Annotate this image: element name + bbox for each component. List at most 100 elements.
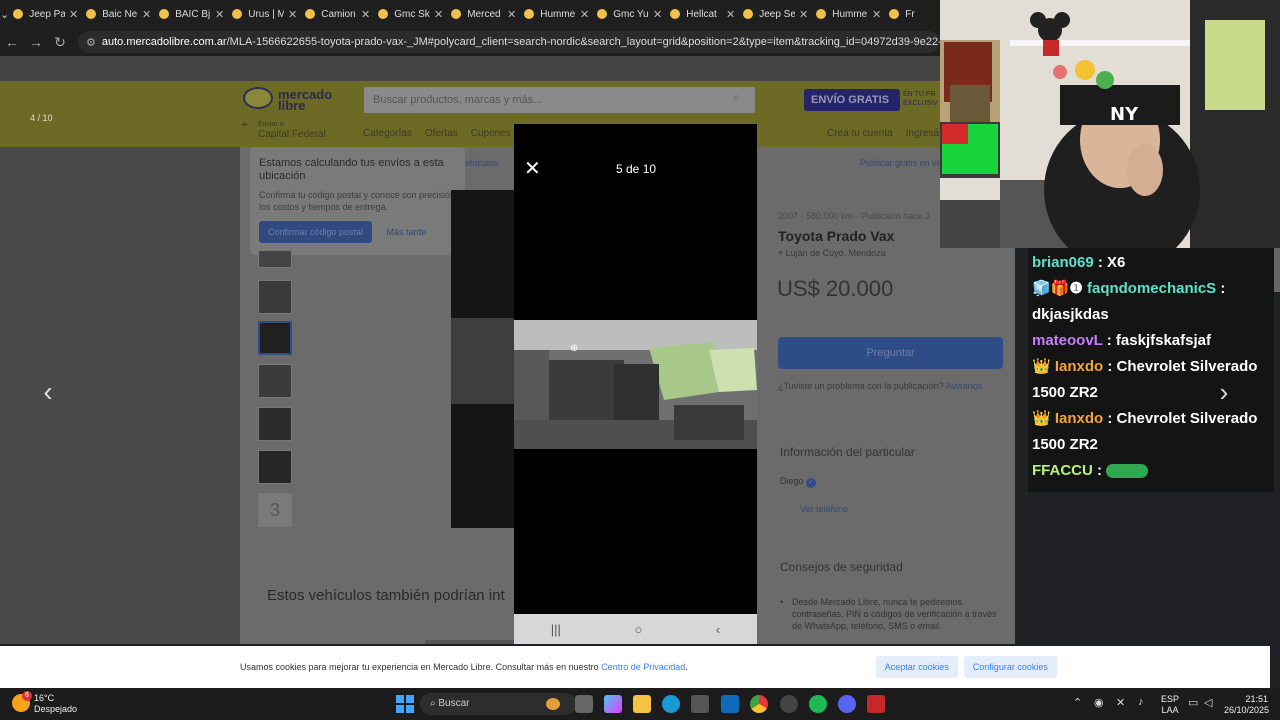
next-photo-icon[interactable]: › xyxy=(1206,374,1242,410)
browser-tab[interactable]: Merced ✕ xyxy=(447,0,520,28)
back-nav-icon[interactable]: ‹ xyxy=(716,622,720,637)
discord-icon[interactable] xyxy=(838,695,856,713)
browser-tab[interactable]: Hellcat ✕ xyxy=(666,0,739,28)
main-photo-visible xyxy=(451,318,514,404)
tab-close-icon[interactable]: ✕ xyxy=(69,8,78,21)
home-icon[interactable]: ○ xyxy=(634,622,642,637)
problem-link[interactable]: Avisanos xyxy=(946,381,982,391)
tab-close-icon[interactable]: ✕ xyxy=(507,8,516,21)
tray-network-off-icon[interactable]: ✕ xyxy=(1116,696,1125,709)
envio-gratis-banner[interactable]: ENVÍO GRATIS xyxy=(804,89,900,111)
nav-link-account[interactable]: Creá tu cuenta xyxy=(827,128,893,139)
task-view-icon[interactable] xyxy=(575,695,593,713)
spotify-icon[interactable] xyxy=(809,695,827,713)
app-icon[interactable] xyxy=(867,695,885,713)
browser-tab[interactable]: Jeep Se ✕ xyxy=(739,0,812,28)
thumbnail[interactable] xyxy=(258,450,292,484)
ml-logo-text[interactable]: mercado libre xyxy=(278,88,332,112)
chat-username[interactable]: Ianxdo xyxy=(1055,358,1103,375)
browser-tab-bar: ⌄ Jeep Pa ✕ Baic Ne ✕ BAIC Bj ✕ Urus | M ✕ Camio… xyxy=(0,0,940,28)
thumbnail-more[interactable]: 3 xyxy=(258,493,292,527)
thumbnail[interactable] xyxy=(258,280,292,314)
thumbnail[interactable] xyxy=(258,364,292,398)
windows-start-icon[interactable] xyxy=(396,695,414,713)
tab-close-icon[interactable]: ✕ xyxy=(288,8,297,21)
forward-icon[interactable]: → xyxy=(24,34,48,50)
tab-close-icon[interactable]: ✕ xyxy=(872,8,881,21)
close-icon[interactable]: ✕ xyxy=(524,156,541,181)
browser-tab[interactable]: BAIC Bj ✕ xyxy=(155,0,228,28)
weather-widget[interactable]: 16°C Despejado xyxy=(34,693,77,715)
thumbnail-selected[interactable] xyxy=(258,321,292,355)
browser-tab[interactable]: Jeep Pa ✕ xyxy=(9,0,82,28)
thumbnail[interactable] xyxy=(258,250,292,268)
nav-link-account[interactable]: Ingresá xyxy=(906,128,939,139)
volume-icon[interactable]: ◁ xyxy=(1204,696,1212,709)
browser-tab[interactable]: Baic Ne ✕ xyxy=(82,0,155,28)
browser-tab[interactable]: Humme ✕ xyxy=(812,0,885,28)
outlook-icon[interactable] xyxy=(721,695,739,713)
modal-photo[interactable] xyxy=(514,320,757,449)
ml-logo-icon[interactable] xyxy=(243,87,273,109)
recent-apps-icon[interactable]: ||| xyxy=(551,622,561,637)
tab-close-icon[interactable]: ✕ xyxy=(726,8,735,21)
tab-close-icon[interactable]: ✕ xyxy=(653,8,662,21)
chat-username[interactable]: mateoovL xyxy=(1032,332,1103,349)
obs-icon[interactable] xyxy=(780,695,798,713)
configure-cookies-button[interactable]: Configurar cookies xyxy=(963,656,1057,678)
location-pin-icon[interactable]: ⌖ xyxy=(241,117,248,132)
ml-search-input[interactable]: Buscar productos, marcas y más... xyxy=(364,87,755,113)
site-info-icon[interactable]: ⚙ xyxy=(86,36,96,49)
listing-meta: 2007 · 580.000 km · Publicado hace 3 xyxy=(778,211,931,221)
file-explorer-icon[interactable] xyxy=(633,695,651,713)
confirm-postal-button[interactable]: Confirmar código postal xyxy=(259,221,373,243)
chat-username[interactable]: FFACCU xyxy=(1032,462,1093,479)
tab-close-icon[interactable]: ✕ xyxy=(799,8,808,21)
language-indicator[interactable]: ESP LAA xyxy=(1161,694,1179,716)
nav-link[interactable]: Cupones xyxy=(471,128,511,139)
tab-search-icon[interactable]: ⌄ xyxy=(0,0,9,28)
browser-tab[interactable]: Camion ✕ xyxy=(301,0,374,28)
chat-username[interactable]: Ianxdo xyxy=(1055,410,1103,427)
privacy-link[interactable]: Centro de Privacidad xyxy=(601,662,685,672)
reload-icon[interactable]: ↻ xyxy=(48,34,72,51)
browser-tab[interactable]: Gmc Yu ✕ xyxy=(593,0,666,28)
microphone-icon[interactable]: ♪ xyxy=(1138,696,1144,708)
nav-link[interactable]: Categorías xyxy=(363,128,412,139)
store-icon[interactable] xyxy=(691,695,709,713)
tray-app-icon[interactable]: ◉ xyxy=(1094,696,1104,709)
browser-tab[interactable]: Urus | M ✕ xyxy=(228,0,301,28)
chat-username[interactable]: faqndomechanicS xyxy=(1087,280,1216,297)
clock[interactable]: 21:51 26/10/2025 xyxy=(1224,694,1269,716)
tab-close-icon[interactable]: ✕ xyxy=(361,8,370,21)
back-icon[interactable]: ← xyxy=(0,34,24,50)
tab-close-icon[interactable]: ✕ xyxy=(215,8,224,21)
browser-tab[interactable]: Humme ✕ xyxy=(520,0,593,28)
android-nav-bar: ||| ○ ‹ xyxy=(514,614,757,644)
breadcrumb[interactable]: ehículos xyxy=(465,158,499,168)
copilot-icon[interactable] xyxy=(604,695,622,713)
location-selector[interactable]: Enviar a Capital Federal xyxy=(258,120,326,140)
tab-title: Camion xyxy=(321,8,356,20)
accept-cookies-button[interactable]: Aceptar cookies xyxy=(875,656,958,678)
chrome-icon[interactable] xyxy=(750,695,768,713)
chat-text: faskjfskafsjaf xyxy=(1115,332,1211,349)
search-icon[interactable]: ⌕ xyxy=(733,90,740,105)
chat-username[interactable]: brian069 xyxy=(1032,254,1094,271)
publish-link[interactable]: Publicar gratis en ve xyxy=(860,158,942,168)
tray-chevron-icon[interactable]: ⌃ xyxy=(1073,696,1082,709)
chat-scrollbar[interactable] xyxy=(1274,248,1280,292)
prev-photo-icon[interactable]: ‹ xyxy=(30,374,66,410)
phone-link[interactable]: Ver teléfono xyxy=(800,504,848,514)
edge-icon[interactable] xyxy=(662,695,680,713)
tab-close-icon[interactable]: ✕ xyxy=(142,8,151,21)
nav-link[interactable]: Ofertas xyxy=(425,128,458,139)
thumbnail[interactable] xyxy=(258,407,292,441)
url-field[interactable]: ⚙ auto.mercadolibre.com.ar /MLA-15666226… xyxy=(78,31,940,53)
tab-close-icon[interactable]: ✕ xyxy=(434,8,443,21)
tab-close-icon[interactable]: ✕ xyxy=(580,8,589,21)
browser-tab[interactable]: Gmc Sk ✕ xyxy=(374,0,447,28)
ask-button[interactable]: Preguntar xyxy=(778,337,1003,369)
later-link[interactable]: Más tarde xyxy=(387,227,427,237)
network-icon[interactable]: ▭ xyxy=(1188,696,1198,709)
